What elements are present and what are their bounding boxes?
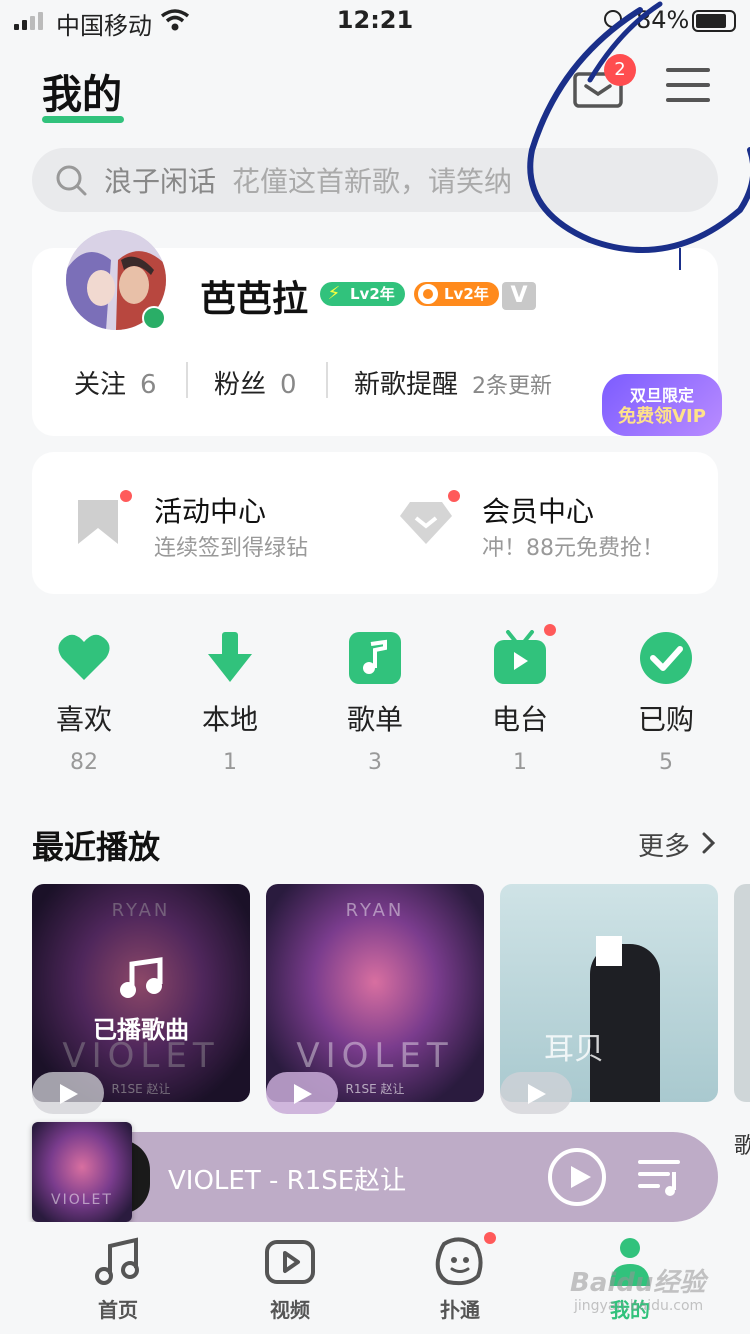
member-center-title[interactable]: 会员中心 (482, 490, 594, 530)
playlist-icon[interactable] (638, 1158, 684, 1198)
radio-dot (544, 624, 556, 636)
section-title-recent: 最近播放 (32, 828, 161, 866)
watermark: Baidu经验 (570, 1268, 706, 1298)
vip-promo-banner[interactable]: 双旦限定 免费领VIP (600, 366, 724, 448)
player-play-button[interactable] (548, 1148, 606, 1206)
stat-new-songs[interactable]: 新歌提醒 2条更新 (354, 364, 552, 401)
search-icon (56, 165, 87, 196)
play-button[interactable] (266, 1072, 338, 1114)
album-card[interactable]: 耳贝 (500, 884, 718, 1102)
play-icon (294, 1084, 312, 1104)
play-icon (528, 1084, 546, 1104)
play-button[interactable] (500, 1072, 572, 1114)
quick-playlist[interactable]: 歌单 3 (315, 630, 435, 775)
heart-icon (58, 634, 110, 680)
play-button[interactable] (32, 1072, 104, 1114)
quick-purchased[interactable]: 已购 5 (606, 630, 726, 775)
activity-center-sub: 连续签到得绿钻 (154, 536, 309, 561)
music-pack-badge[interactable]: Lv2年 (414, 282, 499, 306)
music-note-icon (95, 1237, 139, 1285)
disc-icon (418, 284, 438, 304)
page-title: 我的 (42, 72, 122, 118)
chevron-right-icon[interactable] (702, 832, 716, 854)
member-dot (448, 490, 460, 502)
bookmark-icon (78, 500, 118, 544)
wechat-icon (142, 306, 166, 330)
album-title-partial: 歌 (734, 1134, 750, 1159)
played-songs-label: 已播歌曲 (93, 1016, 189, 1044)
search-hint: 浪子闲话 (104, 165, 217, 198)
quick-local[interactable]: 本地 1 (170, 630, 290, 775)
check-circle-icon (640, 632, 692, 684)
tab-putong[interactable]: 扑通 (400, 1232, 520, 1323)
menu-button[interactable] (666, 68, 710, 106)
username[interactable]: 芭芭拉 (200, 270, 308, 322)
stat-divider (326, 362, 328, 398)
player-song-title[interactable]: VIOLET - R1SE赵让 (168, 1160, 406, 1197)
battery-percent: 84% (636, 6, 690, 34)
putong-dot (484, 1232, 496, 1244)
tab-video[interactable]: 视频 (230, 1236, 350, 1323)
activity-center-title[interactable]: 活动中心 (154, 490, 266, 530)
quick-likes[interactable]: 喜欢 82 (24, 630, 144, 775)
green-diamond-badge[interactable]: ⚡ Lv2年 (320, 282, 405, 306)
status-bar: 中国移动 12:21 84% (0, 0, 750, 42)
download-icon (208, 632, 252, 682)
title-underline (42, 116, 124, 123)
quick-radio[interactable]: 电台 1 (460, 624, 580, 775)
video-icon (265, 1240, 315, 1284)
player-cover[interactable]: VIOLET (32, 1122, 132, 1222)
activity-dot (120, 490, 132, 502)
music-note-icon (349, 632, 401, 684)
album-card[interactable]: RYAN VIOLET R1SE 赵让 (266, 884, 484, 1102)
member-center-sub: 冲！88元免费抢！ (482, 536, 664, 561)
lightning-icon: ⚡ (327, 283, 341, 304)
diamond-icon (400, 502, 452, 544)
menu-bar-icon (666, 68, 710, 72)
album-card-partial[interactable] (734, 884, 750, 1102)
rotation-lock-icon (604, 10, 622, 28)
search-bar[interactable]: 浪子闲话 花僮这首新歌，请笑纳 (32, 148, 718, 212)
mail-badge: 2 (604, 54, 636, 86)
watermark-url: jingyan.baidu.com (574, 1298, 704, 1314)
stat-divider (186, 362, 188, 398)
search-hint-secondary: 花僮这首新歌，请笑纳 (232, 165, 513, 198)
bubble-face-icon (435, 1237, 483, 1286)
play-icon (571, 1166, 591, 1188)
vip-icon[interactable]: V (502, 282, 536, 310)
activity-card (32, 452, 718, 594)
battery-icon (692, 10, 736, 32)
play-icon (60, 1084, 78, 1104)
tab-home[interactable]: 首页 (58, 1236, 178, 1323)
tv-icon (494, 630, 546, 684)
stat-following[interactable]: 关注 6 (74, 364, 157, 401)
music-note-icon (120, 957, 163, 998)
more-link[interactable]: 更多 (638, 826, 690, 863)
stat-fans[interactable]: 粉丝 0 (214, 364, 297, 401)
